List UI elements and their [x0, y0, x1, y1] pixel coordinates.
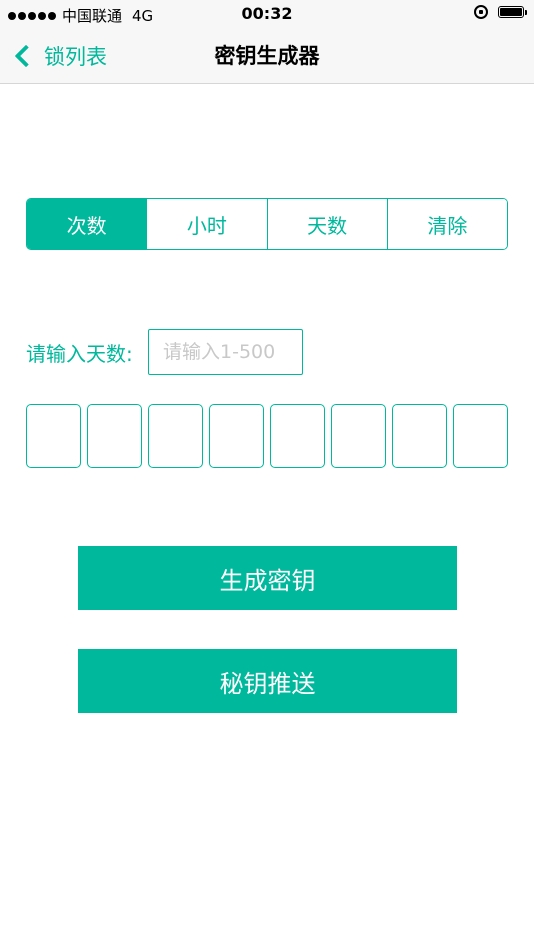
back-button-label: 锁列表: [44, 45, 107, 69]
key-code-display: [26, 404, 508, 468]
code-digit-box: [331, 404, 386, 468]
segment-count[interactable]: 次数: [27, 199, 148, 249]
code-digit-box: [392, 404, 447, 468]
segment-label: 天数: [307, 213, 348, 238]
generate-key-button[interactable]: 生成密钥: [78, 546, 457, 610]
orientation-lock-icon: [474, 5, 488, 19]
days-input[interactable]: [148, 329, 303, 375]
code-digit-box: [26, 404, 81, 468]
status-time: 00:32: [241, 4, 293, 23]
code-digit-box: [87, 404, 142, 468]
days-input-label: 请输入天数:: [26, 342, 133, 366]
mode-segmented-control: 次数 小时 天数 清除: [26, 198, 508, 250]
code-digit-box: [148, 404, 203, 468]
segment-label: 小时: [186, 213, 227, 238]
code-digit-box: [453, 404, 508, 468]
navigation-bar: 密钥生成器 锁列表: [0, 28, 534, 84]
battery-icon: [498, 6, 527, 18]
segment-days[interactable]: 天数: [267, 199, 388, 249]
push-key-button[interactable]: 秘钥推送: [78, 649, 457, 713]
status-bar: 中国联通 4G 00:32: [0, 0, 534, 28]
segment-hours[interactable]: 小时: [147, 199, 268, 249]
segment-clear[interactable]: 清除: [387, 199, 507, 249]
segment-label: 次数: [66, 213, 107, 238]
segment-label: 清除: [427, 213, 468, 238]
code-digit-box: [209, 404, 264, 468]
chevron-left-icon: [14, 44, 38, 68]
code-digit-box: [270, 404, 325, 468]
status-right: [474, 5, 527, 19]
back-button[interactable]: 锁列表: [10, 38, 107, 74]
